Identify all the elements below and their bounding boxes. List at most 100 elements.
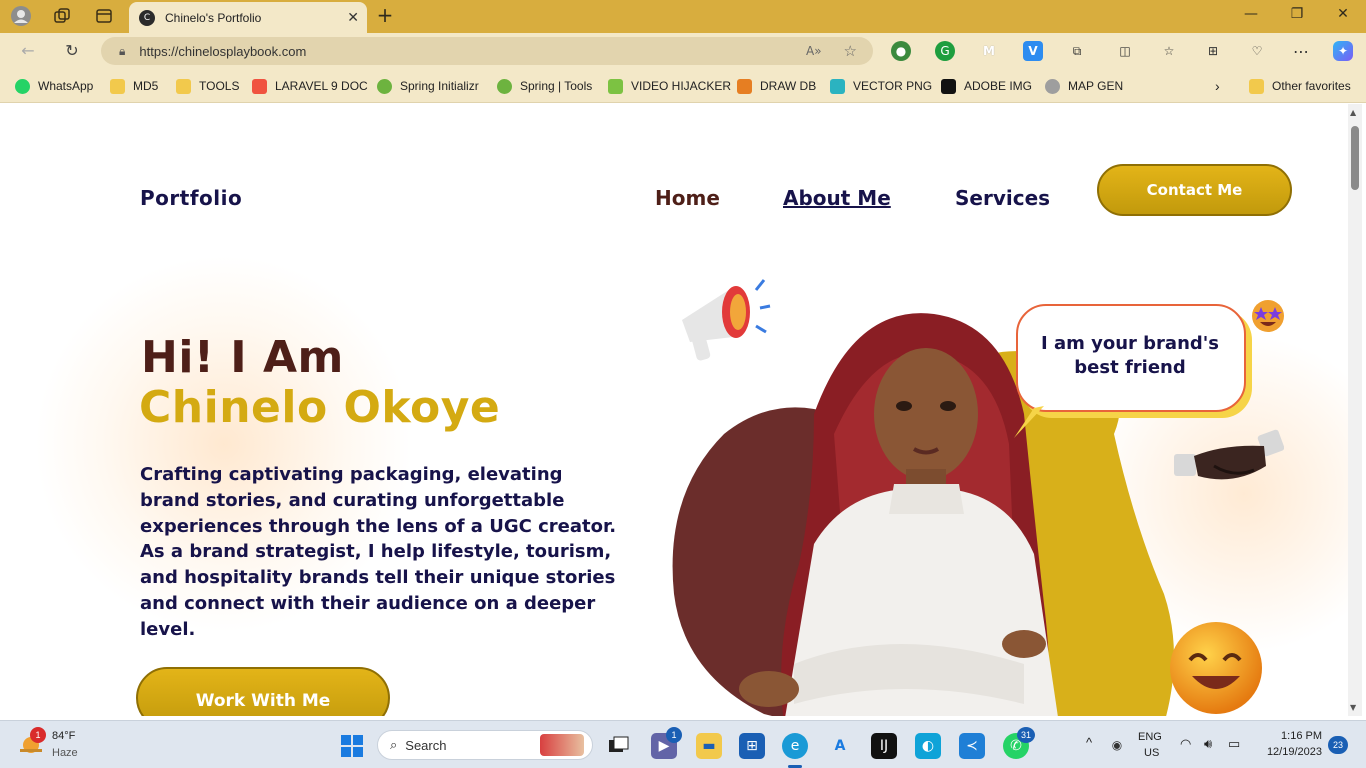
back-arrow-icon[interactable]: ← bbox=[17, 41, 39, 61]
weather-temp: 84°F bbox=[52, 730, 76, 742]
extensions-puzzle-icon[interactable]: ⧉ bbox=[1067, 41, 1087, 61]
intellij-icon[interactable]: IJ bbox=[871, 733, 897, 759]
close-window-icon[interactable]: ✕ bbox=[1331, 6, 1355, 26]
microsoft-store-icon[interactable]: ⊞ bbox=[739, 733, 765, 759]
taskbar-search[interactable]: ⌕ Search bbox=[377, 730, 593, 760]
tray-app-icon[interactable]: ◉ bbox=[1107, 735, 1127, 755]
bookmark-label: VECTOR PNG bbox=[853, 79, 933, 93]
page-scrollbar[interactable]: ▲ ▼ bbox=[1348, 104, 1362, 716]
smiling-emoji-icon bbox=[1170, 622, 1262, 714]
split-screen-icon[interactable]: ◫ bbox=[1115, 41, 1135, 61]
volume-icon[interactable]: 🔊︎ bbox=[1204, 736, 1212, 752]
scroll-up-icon[interactable]: ▲ bbox=[1350, 108, 1356, 117]
bookmark-label: Spring | Tools bbox=[520, 79, 593, 93]
workspaces-icon[interactable] bbox=[51, 5, 73, 27]
laravel-icon bbox=[252, 78, 267, 94]
tab-title: Chinelo's Portfolio bbox=[165, 10, 262, 25]
language-bottom[interactable]: US bbox=[1144, 747, 1159, 759]
bookmark-vector-png[interactable]: VECTOR PNG bbox=[830, 78, 932, 94]
browser-essentials-icon[interactable]: ♡ bbox=[1247, 41, 1267, 61]
start-windows-icon[interactable] bbox=[339, 733, 365, 759]
bookmark-whatsapp[interactable]: WhatsApp bbox=[15, 78, 93, 94]
favorites-icon[interactable]: ☆ bbox=[1159, 41, 1179, 61]
extension-v-icon[interactable]: V bbox=[1023, 41, 1043, 61]
search-placeholder: Search bbox=[405, 737, 447, 753]
edge-browser-icon[interactable]: e bbox=[782, 733, 808, 759]
bookmark-map-gen[interactable]: MAP GEN bbox=[1045, 78, 1123, 94]
tray-overflow-chevron-icon[interactable]: ^ bbox=[1086, 735, 1092, 750]
bookmark-label: VIDEO HIJACKER bbox=[631, 79, 732, 93]
drawdb-icon bbox=[737, 78, 752, 94]
nav-about-link[interactable]: About Me bbox=[783, 186, 891, 210]
url-text: https://chinelosplaybook.com bbox=[139, 43, 307, 59]
handshake-icon bbox=[1174, 429, 1284, 480]
wifi-icon[interactable]: ◠ bbox=[1180, 736, 1191, 752]
browser-title-bar: C Chinelo's Portfolio ✕ + — ❐ ✕ bbox=[0, 0, 1366, 33]
tab-actions-icon[interactable] bbox=[93, 5, 115, 27]
file-explorer-icon[interactable]: ▬ bbox=[696, 733, 722, 759]
weather-widget[interactable]: 1 bbox=[18, 727, 46, 757]
bookmark-adobe-img[interactable]: ADOBE IMG bbox=[941, 78, 1032, 94]
active-tab[interactable]: C Chinelo's Portfolio ✕ bbox=[129, 2, 367, 33]
bookmark-label: MAP GEN bbox=[1068, 79, 1124, 93]
collections-icon[interactable]: ⊞ bbox=[1203, 41, 1223, 61]
clock-date[interactable]: 12/19/2023 bbox=[1254, 746, 1322, 758]
bookmark-label: TOOLS bbox=[199, 79, 240, 93]
speech-bubble-tail bbox=[1014, 406, 1044, 438]
bookmark-label: WhatsApp bbox=[38, 79, 94, 93]
bookmark-spring-tools[interactable]: Spring | Tools bbox=[497, 78, 592, 94]
search-icon: ⌕ bbox=[390, 737, 398, 752]
extension-globe-icon[interactable]: ● bbox=[891, 41, 911, 61]
app-blue-icon[interactable]: ◐ bbox=[915, 733, 941, 759]
star-struck-emoji-icon bbox=[1252, 300, 1284, 332]
extension-m-icon[interactable]: M bbox=[979, 41, 999, 61]
settings-menu-icon[interactable]: ⋯ bbox=[1291, 41, 1311, 61]
bookmark-draw-db[interactable]: DRAW DB bbox=[737, 78, 816, 94]
favorite-star-icon[interactable]: ☆ bbox=[844, 42, 857, 60]
vscode-icon[interactable]: ≺ bbox=[959, 733, 985, 759]
extension-grammarly-icon[interactable]: G bbox=[935, 41, 955, 61]
clock-time[interactable]: 1:16 PM bbox=[1262, 730, 1322, 742]
other-favorites[interactable]: Other favorites bbox=[1249, 78, 1351, 94]
new-tab-button[interactable]: + bbox=[374, 5, 396, 27]
site-brand[interactable]: Portfolio bbox=[140, 186, 242, 210]
scroll-down-icon[interactable]: ▼ bbox=[1350, 703, 1356, 712]
read-aloud-icon[interactable]: A» bbox=[806, 44, 822, 58]
work-with-me-button[interactable]: Work With Me bbox=[136, 667, 390, 716]
search-highlight-icon bbox=[540, 734, 584, 756]
copilot-icon[interactable]: ✦ bbox=[1333, 41, 1353, 61]
maximize-icon[interactable]: ❐ bbox=[1285, 6, 1309, 26]
more-bookmarks-chevron-icon[interactable]: › bbox=[1215, 78, 1220, 94]
bookmark-video-hijacker[interactable]: VIDEO HIJACKER bbox=[608, 78, 731, 94]
task-view-icon[interactable] bbox=[606, 733, 632, 759]
scroll-thumb[interactable] bbox=[1351, 126, 1359, 190]
nav-home-link[interactable]: Home bbox=[655, 186, 720, 210]
bookmark-tools[interactable]: TOOLS bbox=[176, 78, 239, 94]
language-top[interactable]: ENG bbox=[1138, 731, 1162, 743]
windows-taskbar: 1 84°F Haze ⌕ Search ▶ 1 ▬ ⊞ e A IJ ◐ ≺ … bbox=[0, 720, 1366, 768]
hero-greeting: Hi! I Am bbox=[141, 332, 344, 383]
contact-me-button[interactable]: Contact Me bbox=[1097, 164, 1292, 216]
folder-icon bbox=[1249, 78, 1264, 94]
folder-icon bbox=[110, 78, 125, 94]
site-favicon-icon: C bbox=[139, 9, 155, 26]
bookmark-label: Spring Initializr bbox=[400, 79, 479, 93]
refresh-icon[interactable]: ↻ bbox=[61, 41, 83, 61]
bookmark-spring-initializr[interactable]: Spring Initializr bbox=[377, 78, 479, 94]
profile-icon[interactable] bbox=[10, 5, 32, 27]
weather-desc: Haze bbox=[52, 747, 78, 759]
map-gen-icon bbox=[1045, 78, 1060, 94]
minimize-icon[interactable]: — bbox=[1239, 6, 1263, 26]
notification-badge[interactable]: 23 bbox=[1328, 736, 1348, 754]
bookmark-laravel[interactable]: LARAVEL 9 DOC bbox=[252, 78, 368, 94]
web-page: Portfolio Home About Me Services Contact… bbox=[4, 104, 1348, 716]
bookmark-md5[interactable]: MD5 bbox=[110, 78, 158, 94]
teams-badge: 1 bbox=[666, 727, 682, 743]
app-store-icon[interactable]: A bbox=[827, 733, 853, 759]
vector-icon bbox=[830, 78, 845, 94]
battery-icon[interactable]: ▭ bbox=[1228, 736, 1240, 752]
close-tab-icon[interactable]: ✕ bbox=[347, 10, 359, 26]
address-bar[interactable]: 🔒︎ https://chinelosplaybook.com A» ☆ bbox=[101, 37, 873, 65]
nav-services-link[interactable]: Services bbox=[955, 186, 1050, 210]
speech-bubble-text: I am your brand's best friend bbox=[1040, 333, 1220, 378]
